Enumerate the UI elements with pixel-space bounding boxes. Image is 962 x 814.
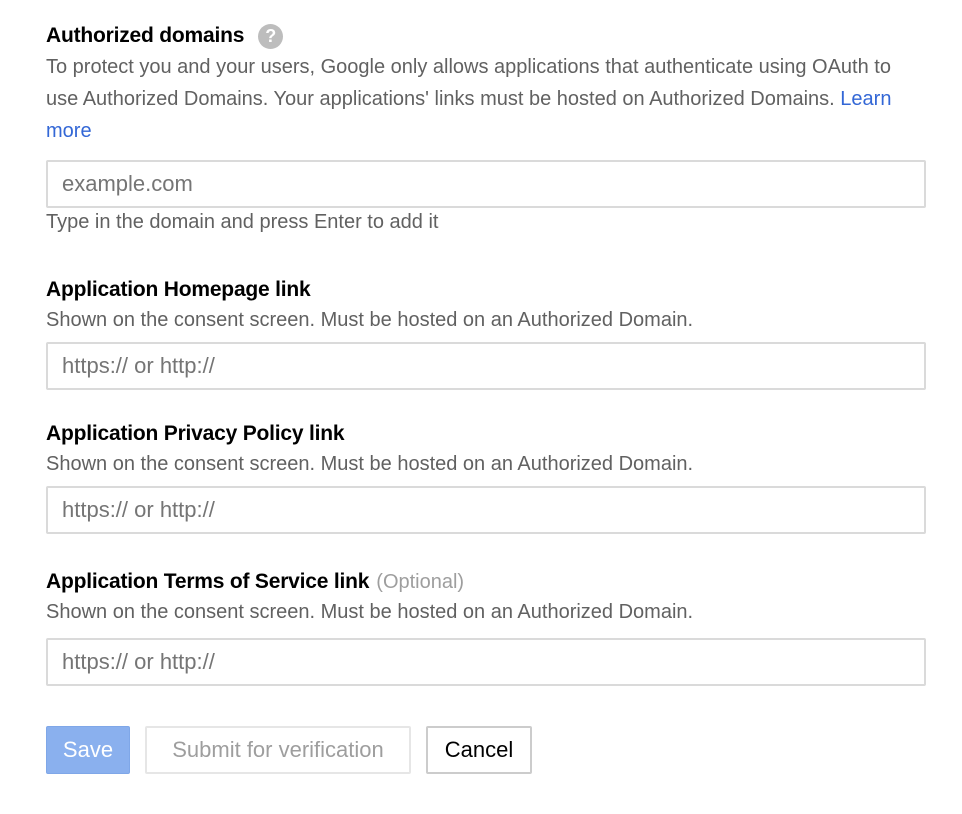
privacy-link-input[interactable]	[46, 486, 926, 534]
homepage-section: Application Homepage link Shown on the c…	[46, 276, 926, 336]
privacy-label: Application Privacy Policy link	[46, 422, 345, 445]
privacy-description: Shown on the consent screen. Must be hos…	[46, 453, 694, 475]
authorized-domain-input[interactable]	[46, 160, 926, 208]
homepage-description: Shown on the consent screen. Must be hos…	[46, 309, 694, 331]
form-actions: Save Submit for verification Cancel	[46, 726, 532, 774]
privacy-section: Application Privacy Policy link Shown on…	[46, 420, 926, 480]
homepage-label: Application Homepage link	[46, 278, 311, 301]
authorized-domain-hint: Type in the domain and press Enter to ad…	[46, 211, 439, 233]
authorized-domains-description-text: To protect you and your users, Google on…	[46, 56, 891, 110]
save-button[interactable]: Save	[46, 726, 130, 774]
terms-label: Application Terms of Service link	[46, 570, 370, 593]
help-icon[interactable]: ?	[258, 23, 284, 49]
optional-tag: (Optional)	[376, 570, 465, 593]
terms-label-row: Application Terms of Service link (Optio…	[46, 568, 926, 596]
privacy-label-row: Application Privacy Policy link	[46, 420, 926, 448]
homepage-link-input[interactable]	[46, 342, 926, 390]
homepage-label-row: Application Homepage link	[46, 276, 926, 304]
submit-for-verification-button[interactable]: Submit for verification	[145, 726, 411, 774]
authorized-domains-label: Authorized domains	[46, 24, 245, 47]
terms-description: Shown on the consent screen. Must be hos…	[46, 601, 694, 623]
terms-link-input[interactable]	[46, 638, 926, 686]
authorized-domains-section: Authorized domains ? To protect you and …	[46, 22, 926, 147]
cancel-button[interactable]: Cancel	[426, 726, 532, 774]
authorized-domains-description: To protect you and your users, Google on…	[46, 51, 926, 147]
authorized-domains-label-row: Authorized domains ?	[46, 22, 926, 50]
terms-section: Application Terms of Service link (Optio…	[46, 568, 926, 628]
